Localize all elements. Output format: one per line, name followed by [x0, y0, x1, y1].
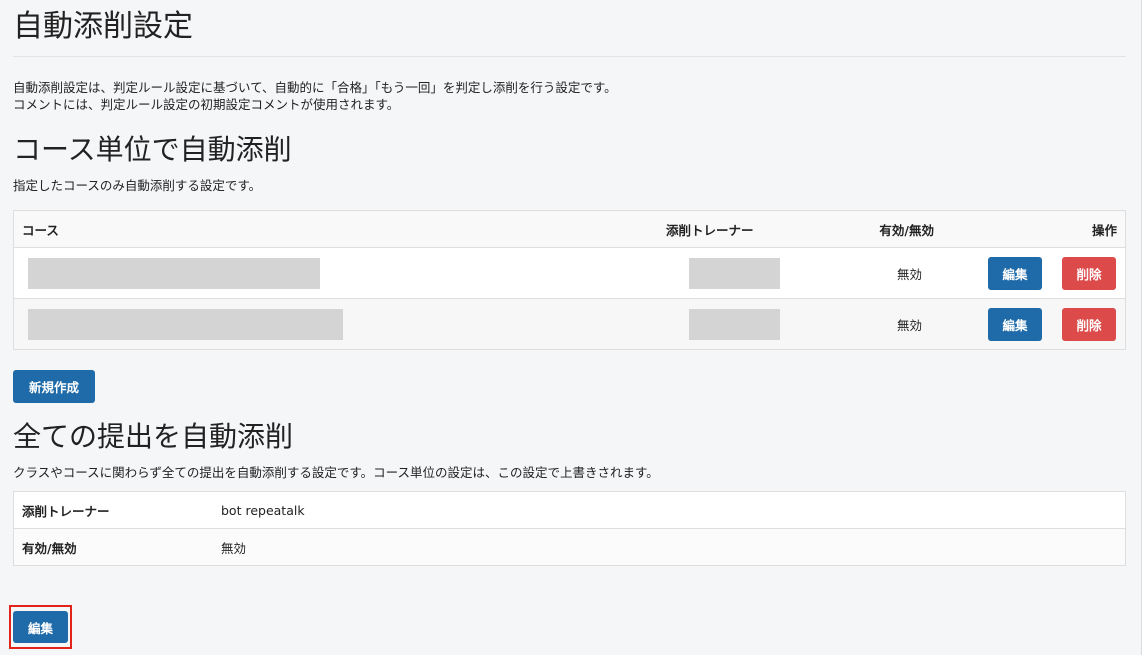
settings-page: 自動添削設定 自動添削設定は、判定ルール設定に基づいて、自動的に「合格」「もう一…	[9, 0, 1126, 649]
column-header-status: 有効/無効	[806, 210, 970, 248]
edit-button[interactable]: 編集	[988, 307, 1042, 341]
redacted-trainer-name	[689, 257, 780, 289]
course-section-title: コース単位で自動添削	[13, 133, 292, 166]
delete-button[interactable]: 削除	[1062, 307, 1116, 341]
trainer-cell	[658, 247, 806, 299]
column-header-trainer: 添削トレーナー	[658, 210, 806, 248]
page-description: 自動添削設定は、判定ルール設定に基づいて、自動的に「合格」「もう一回」を判定し添…	[13, 79, 1126, 113]
actions-cell: 編集 削除	[970, 247, 1126, 299]
status-cell: 無効	[806, 247, 970, 299]
description-line-1: 自動添削設定は、判定ルール設定に基づいて、自動的に「合格」「もう一回」を判定し添…	[13, 80, 617, 95]
field-label-status: 有効/無効	[13, 528, 213, 566]
column-header-actions: 操作	[970, 210, 1126, 248]
status-cell: 無効	[806, 298, 970, 350]
column-header-course: コース	[13, 210, 658, 248]
new-setting-button[interactable]: 新規作成	[13, 370, 95, 403]
table-header-row: コース 添削トレーナー 有効/無効 操作	[13, 210, 1126, 248]
description-line-2: コメントには、判定ルール設定の初期設定コメントが使用されます。	[13, 97, 400, 112]
redacted-trainer-name	[689, 308, 780, 340]
edit-button[interactable]: 編集	[988, 256, 1042, 290]
all-section-note: クラスやコースに関わらず全ての提出を自動添削する設定です。コース単位の設定は、こ…	[13, 465, 659, 480]
table-row: 添削トレーナー bot repeatalk	[13, 491, 1126, 529]
redacted-course-name	[28, 257, 320, 289]
delete-button[interactable]: 削除	[1062, 256, 1116, 290]
actions-cell: 編集 削除	[970, 298, 1126, 350]
course-settings-table: コース 添削トレーナー 有効/無効 操作 無効 編集 削除 無効 編集 削除	[13, 210, 1126, 350]
course-section-note: 指定したコースのみ自動添削する設定です。	[13, 178, 262, 193]
field-label-trainer: 添削トレーナー	[13, 491, 213, 529]
course-cell	[13, 298, 658, 350]
edit-all-button[interactable]: 編集	[13, 611, 68, 643]
field-value-trainer: bot repeatalk	[213, 491, 1126, 529]
table-row: 無効 編集 削除	[13, 247, 1126, 299]
table-row: 有効/無効 無効	[13, 528, 1126, 566]
all-section-title: 全ての提出を自動添削	[13, 420, 294, 453]
course-cell	[13, 247, 658, 299]
highlight-box: 編集	[9, 605, 72, 649]
field-value-status: 無効	[213, 528, 1126, 566]
trainer-cell	[658, 298, 806, 350]
page-title: 自動添削設定	[13, 0, 1126, 57]
table-row: 無効 編集 削除	[13, 298, 1126, 350]
all-settings-table: 添削トレーナー bot repeatalk 有効/無効 無効	[13, 491, 1126, 566]
redacted-course-name	[28, 308, 343, 340]
